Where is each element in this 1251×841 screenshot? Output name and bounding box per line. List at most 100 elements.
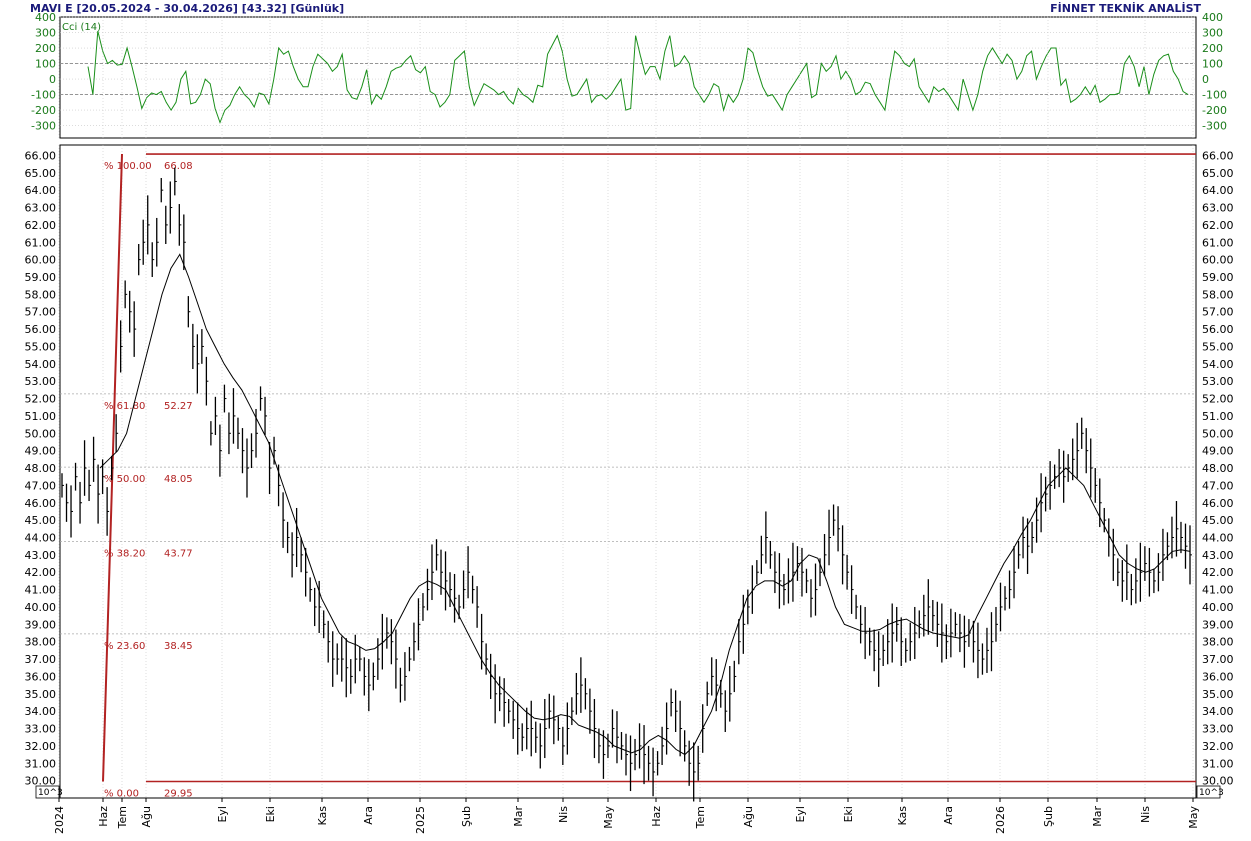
price-y-tick-label-left: 35.00 [25,688,57,701]
x-tick-label: Nis [1139,806,1152,823]
price-y-tick-label-left: 33.00 [25,723,57,736]
price-y-tick-label-right: 46.00 [1202,497,1234,510]
fib-level-percent: % 50.00 [104,474,145,485]
x-tick-label: Eyl [216,806,229,823]
price-y-tick-label-left: 56.00 [25,323,57,336]
cci-y-tick-label-left: -100 [31,89,56,102]
price-y-tick-label-left: 66.00 [25,149,57,162]
price-panel-frame [59,144,1197,799]
price-y-tick-label-left: 54.00 [25,358,57,371]
x-tick-label: May [602,806,615,829]
fib-level-value: 29.95 [164,789,193,800]
price-y-tick-label-right: 56.00 [1202,323,1234,336]
price-y-tick-label-left: 47.00 [25,479,57,492]
price-y-tick-label-left: 38.00 [25,636,57,649]
price-y-tick-label-left: 51.00 [25,410,57,423]
price-y-tick-label-right: 45.00 [1202,514,1234,527]
price-y-tick-label-left: 41.00 [25,584,57,597]
fib-level-value: 66.08 [164,161,193,172]
price-y-tick-label-right: 49.00 [1202,445,1234,458]
x-tick-label: Tem [116,806,129,829]
x-tick-label: Eki [842,806,855,822]
x-tick-label: Mar [1091,806,1104,827]
x-tick-label: Ara [362,806,375,825]
x-tick-label: Ara [942,806,955,825]
price-y-tick-label-right: 33.00 [1202,723,1234,736]
price-y-tick-label-left: 42.00 [25,566,57,579]
price-y-tick-label-left: 50.00 [25,427,57,440]
unit-label-left: 10^3 [38,788,63,798]
price-y-tick-label-right: 36.00 [1202,670,1234,683]
x-tick-label: Ağu [742,806,755,827]
price-y-tick-label-left: 36.00 [25,670,57,683]
cci-line [87,30,1189,124]
fib-level-value: 52.27 [164,401,193,412]
x-tick-label: Şub [460,806,473,827]
price-y-tick-label-left: 61.00 [25,236,57,249]
price-y-tick-label-right: 35.00 [1202,688,1234,701]
price-y-tick-label-right: 48.00 [1202,462,1234,475]
price-y-tick-label-left: 34.00 [25,705,57,718]
fib-level-value: 48.05 [164,474,193,485]
fib-level-percent: % 23.60 [104,641,145,652]
price-y-tick-label-left: 52.00 [25,393,57,406]
cci-y-tick-label-right: 0 [1202,73,1209,86]
price-y-tick-label-left: 39.00 [25,618,57,631]
price-y-tick-label-right: 44.00 [1202,531,1234,544]
price-y-tick-label-left: 58.00 [25,288,57,301]
price-y-tick-label-left: 65.00 [25,167,57,180]
cci-y-tick-label-left: 400 [35,11,56,24]
x-tick-label: Haz [650,806,663,827]
price-y-tick-label-left: 63.00 [25,202,57,215]
price-y-tick-label-left: 49.00 [25,445,57,458]
price-y-tick-label-right: 65.00 [1202,167,1234,180]
cci-y-tick-label-right: 300 [1202,27,1223,40]
x-tick-label: May [1187,806,1200,829]
price-y-tick-label-left: 32.00 [25,740,57,753]
fib-level-percent: % 100.00 [104,161,152,172]
price-y-tick-label-right: 64.00 [1202,184,1234,197]
price-y-tick-label-right: 54.00 [1202,358,1234,371]
cci-y-tick-label-right: 200 [1202,42,1223,55]
fib-level-percent: % 0.00 [104,789,139,800]
cci-y-tick-label-right: -200 [1202,104,1227,117]
price-y-tick-label-left: 59.00 [25,271,57,284]
cci-y-tick-label-right: 400 [1202,11,1223,24]
price-y-tick-label-right: 41.00 [1202,584,1234,597]
price-y-tick-label-right: 51.00 [1202,410,1234,423]
cci-y-tick-label-right: -300 [1202,120,1227,133]
price-y-tick-label-right: 40.00 [1202,601,1234,614]
x-tick-label: 2026 [994,806,1007,834]
price-y-tick-label-left: 53.00 [25,375,57,388]
price-y-tick-label-right: 57.00 [1202,306,1234,319]
price-y-tick-label-left: 57.00 [25,306,57,319]
x-tick-label: Mar [512,806,525,827]
price-y-tick-label-right: 61.00 [1202,236,1234,249]
x-tick-label: 2024 [53,806,66,834]
price-y-tick-label-right: 62.00 [1202,219,1234,232]
price-y-tick-label-left: 60.00 [25,254,57,267]
fib-level-value: 43.77 [164,548,193,559]
price-y-tick-label-right: 31.00 [1202,757,1234,770]
x-tick-label: Eyl [794,806,807,823]
x-tick-label: Kas [896,806,909,826]
x-tick-label: Şub [1042,806,1055,827]
cci-y-tick-label-left: 300 [35,27,56,40]
price-y-tick-label-left: 43.00 [25,549,57,562]
price-y-tick-label-left: 46.00 [25,497,57,510]
cci-y-tick-label-left: 200 [35,42,56,55]
unit-label-right: 10^3 [1199,788,1224,798]
price-y-tick-label-left: 55.00 [25,340,57,353]
price-y-tick-label-left: 64.00 [25,184,57,197]
price-y-tick-label-left: 45.00 [25,514,57,527]
cci-y-tick-label-left: -300 [31,120,56,133]
x-tick-label: Eki [264,806,277,822]
cci-panel-frame [59,16,1197,139]
stock-chart: 400 400 300 300 200 200 100 100 0 0 -100 -100 -200 -2… [25,11,1234,834]
price-y-tick-label-right: 53.00 [1202,375,1234,388]
x-tick-label: Nis [557,806,570,823]
x-tick-label: Ağu [140,806,153,827]
price-y-tick-label-right: 58.00 [1202,288,1234,301]
price-y-tick-label-left: 40.00 [25,601,57,614]
price-y-tick-label-right: 39.00 [1202,618,1234,631]
